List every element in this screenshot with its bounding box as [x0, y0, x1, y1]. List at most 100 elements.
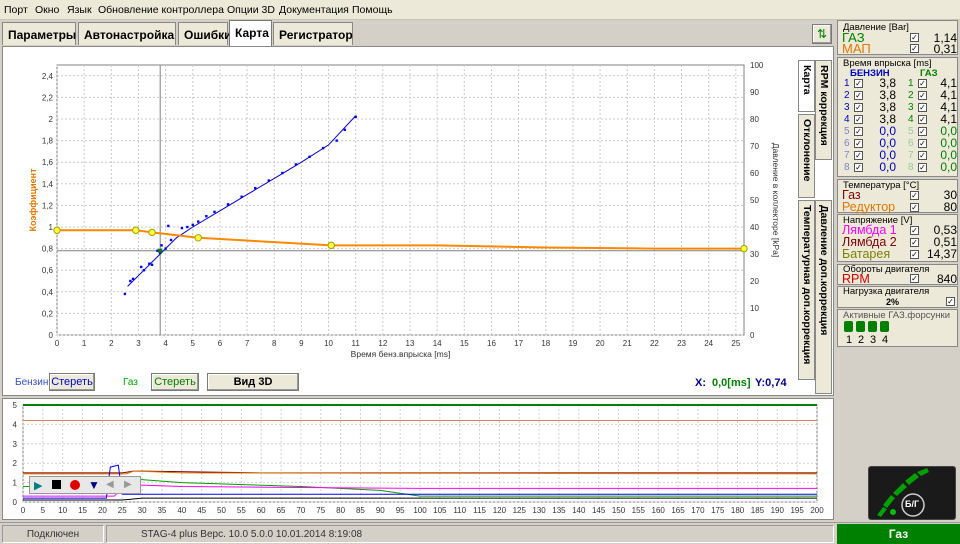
y-left-axis-label: Коэффициент	[28, 168, 38, 232]
rpm-value: 840	[936, 272, 957, 286]
trend-x-tick-label: 195	[790, 506, 804, 515]
switch-bars-icon	[877, 468, 929, 517]
menu-language[interactable]: Язык	[67, 4, 92, 16]
injector-3-label: 3	[870, 334, 877, 346]
collapse-arrows-icon[interactable]: ⇅	[812, 24, 832, 44]
y-left-tick-label: 0,8	[42, 245, 54, 254]
load-section: Нагрузка двигателя 2% ✓	[837, 286, 958, 308]
menu-3d-options[interactable]: Опции 3D	[227, 4, 275, 16]
injection-gas-value: 0,0	[940, 160, 957, 174]
trend-y-tick-label: 0	[13, 498, 18, 507]
status-bar: Подключен STAG-4 plus Верс. 10.0 5.0.0 1…	[0, 522, 960, 544]
lambda1-checkbox[interactable]: ✓	[910, 226, 919, 235]
prev-icon[interactable]: ◀	[106, 479, 114, 490]
menu-documentation[interactable]: Документация	[279, 4, 349, 16]
map-panel: 0 1 2 3 4 5 6 7 8 9 10 11 12 13 14 15 16 17 18 19 20 21 22 23 24…	[2, 46, 834, 396]
tab-map[interactable]: Карта	[229, 20, 272, 46]
x-tick-label: 20	[596, 339, 605, 348]
temperature-reducer-checkbox[interactable]: ✓	[910, 203, 919, 212]
benzin-data-point	[139, 265, 143, 269]
y-left-tick-label: 2,2	[42, 93, 54, 102]
x-tick-label: 9	[299, 339, 304, 348]
trend-x-tick-label: 155	[632, 506, 646, 515]
play-icon[interactable]: ▶	[34, 479, 42, 492]
y-right-tick-label: 30	[750, 250, 759, 259]
benzin-data-point	[180, 226, 184, 230]
temperature-section: Температура [°C] Газ ✓ 30 Редуктор ✓ 80	[837, 179, 958, 214]
trend-x-tick-label: 25	[118, 506, 127, 515]
gas-clear-button[interactable]: Стереть	[151, 373, 199, 391]
injection-benzin-number: 4	[844, 114, 850, 125]
vtab-pressure-correction[interactable]: Давление доп.коррекция	[815, 200, 832, 394]
trend-x-tick-label: 20	[98, 506, 107, 515]
version-info: STAG-4 plus Верс. 10.0 5.0.0 10.01.2014 …	[106, 525, 834, 543]
battery-checkbox[interactable]: ✓	[910, 250, 919, 259]
menu-window[interactable]: Окно	[35, 4, 59, 16]
vtab-deviation[interactable]: Отклонение	[798, 114, 815, 198]
pressure-map-checkbox[interactable]: ✓	[910, 44, 919, 53]
injection-benzin-checkbox[interactable]: ✓	[854, 79, 863, 88]
rpm-section: Обороты двигателя RPM ✓ 840	[837, 264, 958, 286]
marker-icon[interactable]: ▼	[88, 478, 100, 492]
trend-chart[interactable]: 0 5 10 15 20 25 30 35 40 45 50 55 60 65 70 75 80 85 90 95 10…	[3, 399, 833, 519]
injector-1-icon	[844, 321, 853, 332]
injection-benzin-checkbox[interactable]: ✓	[854, 103, 863, 112]
trend-x-tick-label: 70	[296, 506, 305, 515]
menu-firmware-update[interactable]: Обновление контроллера	[98, 4, 224, 16]
playback-toolbar: ▶ ▼ ◀ ▶	[29, 476, 141, 494]
trend-x-tick-label: 65	[277, 506, 286, 515]
pressure-map-value: 0,31	[933, 42, 957, 56]
temperature-gas-checkbox[interactable]: ✓	[910, 191, 919, 200]
vtab-rpm-correction[interactable]: RPM коррекция	[815, 60, 832, 160]
y-left-tick-label: 0,4	[42, 288, 54, 297]
load-value: 2%	[886, 297, 900, 307]
menu-port[interactable]: Порт	[4, 4, 28, 16]
trend-x-tick-label: 85	[356, 506, 365, 515]
view-3d-button[interactable]: Вид 3D	[207, 373, 299, 391]
menu-help[interactable]: Помощь	[352, 4, 393, 16]
rpm-checkbox[interactable]: ✓	[910, 274, 919, 283]
benzin-clear-button[interactable]: Стереть	[49, 373, 95, 391]
gas-correction-point	[194, 234, 202, 242]
injection-gas-number: 5	[908, 126, 914, 137]
trend-x-tick-label: 55	[237, 506, 246, 515]
injector-2-icon	[856, 321, 865, 332]
benzin-data-point	[123, 292, 127, 296]
tab-autocalibration[interactable]: Автонастройка	[78, 22, 176, 45]
injection-benzin-checkbox[interactable]: ✓	[854, 163, 863, 172]
injection-benzin-checkbox[interactable]: ✓	[854, 139, 863, 148]
trend-x-tick-label: 0	[21, 506, 26, 515]
fuel-switch[interactable]: Б/Г	[868, 466, 956, 520]
trend-x-tick-label: 80	[336, 506, 345, 515]
injection-benzin-checkbox[interactable]: ✓	[854, 151, 863, 160]
injection-gas-number: 2	[908, 90, 914, 101]
trend-x-tick-label: 115	[473, 506, 486, 515]
stop-icon[interactable]	[52, 480, 61, 489]
gas-label: Газ	[123, 377, 138, 388]
vtab-temperature-correction[interactable]: Температурная доп.коррекция	[798, 200, 815, 380]
injection-benzin-checkbox[interactable]: ✓	[854, 91, 863, 100]
load-checkbox[interactable]: ✓	[946, 297, 955, 306]
x-tick-label: 18	[541, 339, 550, 348]
x-tick-label: 0	[55, 339, 60, 348]
trend-x-tick-label: 95	[396, 506, 405, 515]
injection-benzin-checkbox[interactable]: ✓	[854, 115, 863, 124]
tab-parameters[interactable]: Параметры	[2, 22, 76, 45]
gas-correction-point	[740, 244, 748, 253]
trend-y-tick-label: 3	[13, 440, 18, 449]
tab-errors[interactable]: Ошибки	[178, 22, 232, 45]
trend-x-tick-label: 30	[138, 506, 147, 515]
y-right-tick-label: 60	[750, 169, 759, 178]
record-icon[interactable]	[70, 480, 80, 490]
benzin-data-point	[129, 279, 132, 283]
y-right-tick-label: 20	[750, 277, 759, 286]
injection-benzin-checkbox[interactable]: ✓	[854, 127, 863, 136]
lambda2-checkbox[interactable]: ✓	[910, 238, 919, 247]
trend-x-tick-label: 35	[157, 506, 166, 515]
correction-map-chart[interactable]: 0 1 2 3 4 5 6 7 8 9 10 11 12 13 14 15 16 17 18 19 20 21 22 23 24…	[3, 47, 803, 367]
next-icon[interactable]: ▶	[124, 479, 132, 490]
vtab-map[interactable]: Карта	[798, 60, 815, 112]
x-tick-label: 11	[352, 339, 361, 348]
pressure-gas-checkbox[interactable]: ✓	[910, 33, 919, 42]
tab-recorder[interactable]: Регистратор	[273, 22, 353, 45]
